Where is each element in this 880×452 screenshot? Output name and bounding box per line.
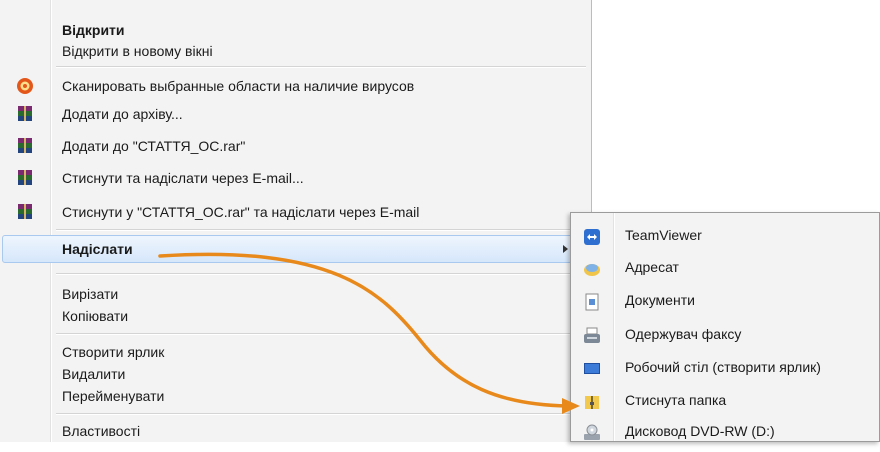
- menu-item-open-new-window[interactable]: Відкрити в новому вікні: [0, 40, 590, 62]
- menu-item-label: Створити ярлик: [62, 344, 165, 360]
- menu-item-label: Додати до архіву...: [62, 106, 183, 122]
- menu-item-label: Додати до "СТАТТЯ_ОС.rar": [62, 138, 246, 154]
- menu-item-delete[interactable]: Видалити: [0, 363, 590, 385]
- menu-item-open[interactable]: Відкрити: [0, 19, 590, 41]
- desktop-icon: [583, 358, 601, 376]
- menu-item-label: Властивості: [62, 423, 141, 439]
- submenu-item-zip-folder[interactable]: Стиснута папка: [571, 385, 879, 415]
- winrar-icon: [16, 105, 34, 123]
- menu-item-label: Відкрити: [62, 22, 125, 38]
- winrar-icon: [16, 169, 34, 187]
- fax-icon: [583, 325, 601, 343]
- menu-item-add-to-archive[interactable]: Додати до архіву...: [0, 103, 590, 125]
- menu-item-label: Перейменувати: [62, 388, 165, 404]
- submenu-item-label: Одержувач факсу: [625, 326, 742, 342]
- menu-separator: [56, 229, 586, 231]
- submenu-item-label: Стиснута папка: [625, 392, 727, 408]
- menu-item-compress-rar-email[interactable]: Стиснути у "СТАТТЯ_ОС.rar" та надіслати …: [0, 201, 590, 223]
- submenu-arrow-icon: [563, 245, 568, 253]
- menu-separator: [56, 413, 586, 415]
- menu-item-copy[interactable]: Копіювати: [0, 305, 590, 327]
- menu-item-compress-email[interactable]: Стиснути та надіслати через E-mail...: [0, 167, 590, 189]
- menu-item-label: Стиснути у "СТАТТЯ_ОС.rar" та надіслати …: [62, 204, 420, 220]
- menu-separator: [56, 333, 586, 335]
- submenu-item-teamviewer[interactable]: TeamViewer: [571, 220, 879, 250]
- context-menu: Відкрити Відкрити в новому вікні Сканиро…: [0, 0, 592, 442]
- menu-item-send-to[interactable]: Надіслати: [0, 238, 590, 260]
- submenu-item-fax[interactable]: Одержувач факсу: [571, 319, 879, 349]
- menu-item-scan-viruses[interactable]: Сканировать выбранные области на наличие…: [0, 75, 590, 97]
- menu-item-label: Відкрити в новому вікні: [62, 43, 213, 59]
- submenu-item-documents[interactable]: Документи: [571, 285, 879, 315]
- send-to-submenu: TeamViewer Адресат Документи Одержувач ф…: [570, 212, 880, 442]
- zip-folder-icon: [583, 391, 601, 409]
- menu-separator: [56, 66, 586, 68]
- mail-recipient-icon: [583, 258, 601, 276]
- submenu-item-mail-recipient[interactable]: Адресат: [571, 252, 879, 282]
- winrar-icon: [16, 203, 34, 221]
- dvd-drive-icon: [583, 422, 601, 440]
- menu-item-create-shortcut[interactable]: Створити ярлик: [0, 341, 590, 363]
- menu-item-rename[interactable]: Перейменувати: [0, 385, 590, 407]
- documents-icon: [583, 291, 601, 311]
- winrar-icon: [16, 137, 34, 155]
- teamviewer-icon: [583, 226, 601, 245]
- menu-item-add-to-rar[interactable]: Додати до "СТАТТЯ_ОС.rar": [0, 135, 590, 157]
- menu-item-label: Копіювати: [62, 308, 129, 324]
- submenu-item-label: Документи: [625, 292, 695, 308]
- menu-item-label: Видалити: [62, 366, 126, 382]
- menu-item-label: Надіслати: [62, 241, 133, 257]
- menu-separator: [56, 273, 586, 275]
- antivirus-icon: [16, 77, 34, 95]
- menu-item-label: Вирізати: [62, 286, 119, 302]
- submenu-item-label: TeamViewer: [625, 227, 702, 243]
- submenu-item-desktop[interactable]: Робочий стіл (створити ярлик): [571, 352, 879, 382]
- menu-item-properties[interactable]: Властивості: [0, 420, 590, 442]
- menu-item-cut[interactable]: Вирізати: [0, 283, 590, 305]
- menu-item-label: Сканировать выбранные области на наличие…: [62, 78, 415, 94]
- submenu-item-label: Робочий стіл (створити ярлик): [625, 359, 821, 375]
- submenu-item-label: Адресат: [625, 259, 679, 275]
- menu-item-label: Стиснути та надіслати через E-mail...: [62, 170, 304, 186]
